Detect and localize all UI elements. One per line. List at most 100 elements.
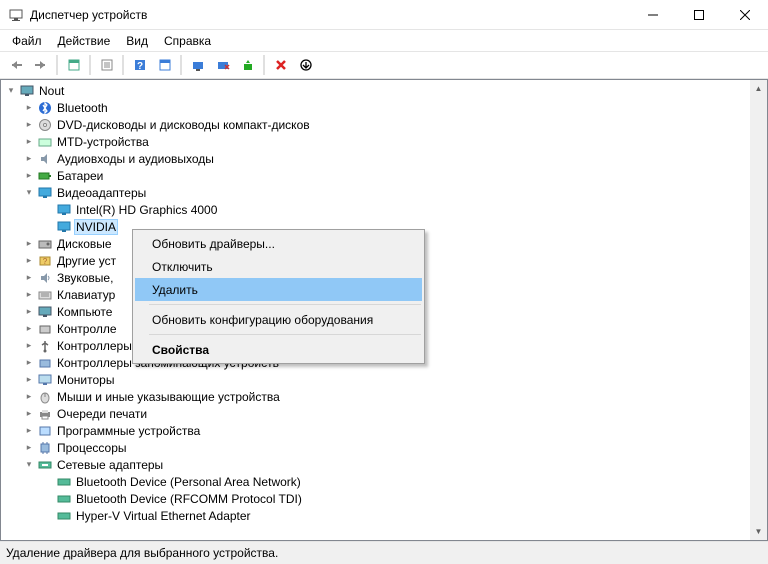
expand-icon[interactable]: ▸	[23, 153, 35, 165]
storage-icon	[37, 355, 53, 371]
tree-root[interactable]: ▾Nout	[1, 82, 767, 99]
menu-bar: Файл Действие Вид Справка	[0, 30, 768, 51]
tree-item-dvd[interactable]: ▸DVD-дисководы и дисководы компакт-диско…	[1, 116, 767, 133]
tree-item-hyperv[interactable]: Hyper-V Virtual Ethernet Adapter	[1, 507, 767, 524]
svg-text:?: ?	[136, 61, 142, 72]
tree-item-software[interactable]: ▸Программные устройства	[1, 422, 767, 439]
expand-icon[interactable]: ▸	[23, 408, 35, 420]
context-scan[interactable]: Обновить конфигурацию оборудования	[135, 308, 422, 331]
tree-item-btrfcomm[interactable]: Bluetooth Device (RFCOMM Protocol TDI)	[1, 490, 767, 507]
separator	[122, 55, 124, 75]
tree-item-battery[interactable]: ▸Батареи	[1, 167, 767, 184]
maximize-button[interactable]	[676, 0, 722, 30]
minimize-button[interactable]	[630, 0, 676, 30]
expand-icon[interactable]: ▸	[23, 119, 35, 131]
tree-item-audio[interactable]: ▸Аудиовходы и аудиовыходы	[1, 150, 767, 167]
scan-button[interactable]	[153, 54, 176, 76]
separator	[263, 55, 265, 75]
tree-item-cpu[interactable]: ▸Процессоры	[1, 439, 767, 456]
tree-item-printq[interactable]: ▸Очереди печати	[1, 405, 767, 422]
menu-help[interactable]: Справка	[156, 32, 219, 50]
network-icon	[56, 508, 72, 524]
software-icon	[37, 423, 53, 439]
delete-button[interactable]	[269, 54, 292, 76]
expand-icon[interactable]: ▸	[23, 102, 35, 114]
separator	[56, 55, 58, 75]
context-update-drivers[interactable]: Обновить драйверы...	[135, 232, 422, 255]
printer-icon	[37, 406, 53, 422]
expand-icon[interactable]: ▸	[23, 238, 35, 250]
help-button[interactable]: ?	[128, 54, 151, 76]
tree-item-net[interactable]: ▾Сетевые адаптеры	[1, 456, 767, 473]
tree-item-mtd[interactable]: ▸MTD-устройства	[1, 133, 767, 150]
controller-icon	[37, 321, 53, 337]
expand-icon[interactable]: ▸	[23, 442, 35, 454]
context-menu: Обновить драйверы... Отключить Удалить О…	[132, 229, 425, 364]
other-icon: ?	[37, 253, 53, 269]
mtd-icon	[37, 134, 53, 150]
disk-icon	[37, 236, 53, 252]
context-disable[interactable]: Отключить	[135, 255, 422, 278]
status-bar: Удаление драйвера для выбранного устройс…	[0, 541, 768, 564]
display-icon	[56, 202, 72, 218]
separator	[180, 55, 182, 75]
close-button[interactable]	[722, 0, 768, 30]
window-title: Диспетчер устройств	[30, 8, 630, 22]
separator	[149, 334, 421, 335]
expand-icon[interactable]: ▸	[23, 136, 35, 148]
tree-item-bluetooth[interactable]: ▸Bluetooth	[1, 99, 767, 116]
expand-icon[interactable]: ▸	[23, 306, 35, 318]
computer-icon	[19, 83, 35, 99]
network-icon	[56, 474, 72, 490]
update-driver-button[interactable]	[186, 54, 209, 76]
title-bar: Диспетчер устройств	[0, 0, 768, 30]
expand-icon[interactable]: ▸	[23, 340, 35, 352]
expand-icon[interactable]: ▸	[23, 374, 35, 386]
back-button[interactable]	[4, 54, 27, 76]
tree-item-intel[interactable]: Intel(R) HD Graphics 4000	[1, 201, 767, 218]
expand-icon[interactable]: ▸	[23, 170, 35, 182]
speaker-icon	[37, 270, 53, 286]
battery-icon	[37, 168, 53, 184]
scroll-up-icon[interactable]: ▲	[750, 80, 767, 97]
expand-icon[interactable]: ▸	[23, 323, 35, 335]
refresh-button[interactable]	[294, 54, 317, 76]
tree-item-btpan[interactable]: Bluetooth Device (Personal Area Network)	[1, 473, 767, 490]
separator	[89, 55, 91, 75]
display-icon	[37, 185, 53, 201]
network-icon	[56, 491, 72, 507]
collapse-icon[interactable]: ▾	[5, 85, 17, 97]
tree-item-mice[interactable]: ▸Мыши и иные указывающие устройства	[1, 388, 767, 405]
menu-view[interactable]: Вид	[118, 32, 156, 50]
forward-button[interactable]	[29, 54, 52, 76]
menu-file[interactable]: Файл	[4, 32, 50, 50]
menu-action[interactable]: Действие	[50, 32, 119, 50]
expand-icon[interactable]: ▸	[23, 255, 35, 267]
expand-icon[interactable]: ▸	[23, 289, 35, 301]
bluetooth-icon	[37, 100, 53, 116]
uninstall-button[interactable]	[236, 54, 259, 76]
svg-text:?: ?	[43, 257, 48, 266]
monitor-icon	[37, 372, 53, 388]
tree-item-monitors[interactable]: ▸Мониторы	[1, 371, 767, 388]
network-icon	[37, 457, 53, 473]
collapse-icon[interactable]: ▾	[23, 459, 35, 471]
cpu-icon	[37, 440, 53, 456]
tree-item-display[interactable]: ▾Видеоадаптеры	[1, 184, 767, 201]
separator	[149, 304, 421, 305]
context-properties[interactable]: Свойства	[135, 338, 422, 361]
expand-icon[interactable]: ▸	[23, 425, 35, 437]
properties-button[interactable]	[95, 54, 118, 76]
usb-icon	[37, 338, 53, 354]
audio-icon	[37, 151, 53, 167]
context-delete[interactable]: Удалить	[135, 278, 422, 301]
scroll-down-icon[interactable]: ▼	[750, 523, 767, 540]
app-icon	[8, 7, 24, 23]
expand-icon[interactable]: ▸	[23, 391, 35, 403]
disable-button[interactable]	[211, 54, 234, 76]
expand-icon[interactable]: ▸	[23, 272, 35, 284]
show-hidden-button[interactable]	[62, 54, 85, 76]
expand-icon[interactable]: ▸	[23, 357, 35, 369]
scrollbar[interactable]: ▲ ▼	[750, 80, 767, 540]
collapse-icon[interactable]: ▾	[23, 187, 35, 199]
